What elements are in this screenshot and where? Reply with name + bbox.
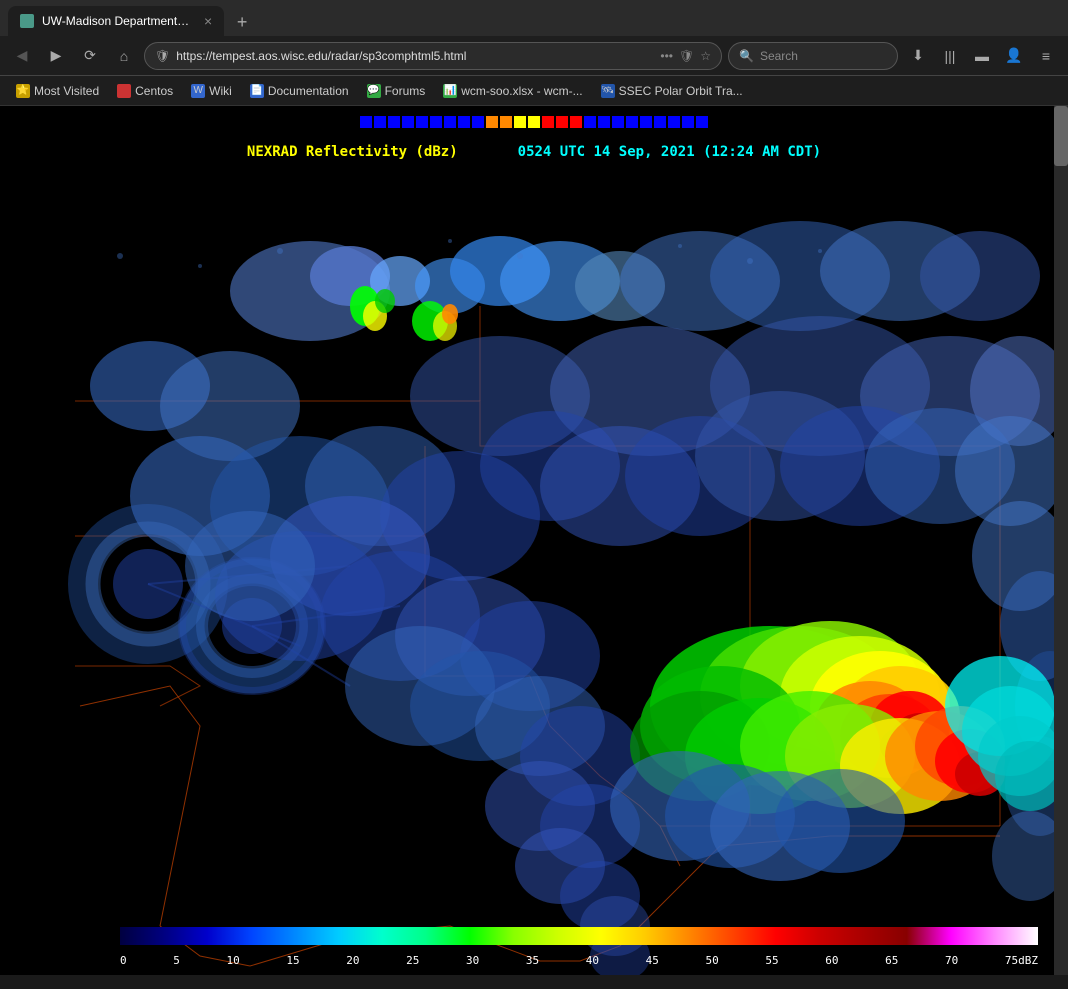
reader-view-button[interactable]: ▬ (968, 42, 996, 70)
bookmark-label-most-visited: Most Visited (34, 84, 99, 98)
bookmark-favicon-ssec: 🛰 (601, 84, 615, 98)
bookmark-favicon-wcm: 📊 (443, 84, 457, 98)
shield-icon: 🛡 (155, 49, 170, 63)
bookmark-documentation[interactable]: 📄 Documentation (242, 81, 357, 101)
bookmark-icon[interactable]: ☆ (700, 49, 711, 63)
scale-label-70: 70 (945, 954, 958, 967)
tab-close-button[interactable]: × (204, 13, 212, 29)
search-icon: 🔍 (739, 49, 754, 63)
bookmark-ssec[interactable]: 🛰 SSEC Polar Orbit Tra... (593, 81, 751, 101)
scrollbar-thumb[interactable] (1054, 106, 1068, 166)
bookmark-label-forums: Forums (385, 84, 426, 98)
toolbar-icons: ⬇ ||| ▬ 👤 ≡ (904, 42, 1060, 70)
more-icon[interactable]: ••• (660, 49, 673, 63)
scale-labels-row: 0 5 10 15 20 25 30 35 40 45 50 55 60 65 … (120, 954, 1038, 967)
color-bar-top (360, 116, 708, 128)
tab-title: UW-Madison Department of Atm... (42, 14, 192, 28)
radar-display[interactable]: NEXRAD Reflectivity (dBz) 0524 UTC 14 Se… (0, 106, 1068, 975)
tab-strip: UW-Madison Department of Atm... × + (8, 0, 256, 36)
bookmark-centos[interactable]: Centos (109, 81, 181, 101)
scale-label-75dbz: 75dBZ (1005, 954, 1038, 967)
active-tab[interactable]: UW-Madison Department of Atm... × (8, 6, 224, 36)
reader-icon[interactable]: 🛡 (679, 49, 694, 63)
address-bar-icons: ••• 🛡 ☆ (660, 49, 711, 63)
scale-label-0: 0 (120, 954, 127, 967)
bookmark-label-wcm: wcm-soo.xlsx - wcm-... (461, 84, 582, 98)
menu-button[interactable]: ≡ (1032, 42, 1060, 70)
scale-label-50: 50 (706, 954, 719, 967)
scale-label-30: 30 (466, 954, 479, 967)
radar-svg-canvas (0, 106, 1068, 975)
scale-label-45: 45 (646, 954, 659, 967)
scale-label-55: 55 (765, 954, 778, 967)
account-button[interactable]: 👤 (1000, 42, 1028, 70)
scale-label-5: 5 (173, 954, 180, 967)
bookmark-favicon-star: ⭐ (16, 84, 30, 98)
download-button[interactable]: ⬇ (904, 42, 932, 70)
back-button[interactable]: ◀ (8, 42, 36, 70)
search-box[interactable]: 🔍 Search (728, 42, 898, 70)
bookmark-label-ssec: SSEC Polar Orbit Tra... (619, 84, 743, 98)
bookmark-label-centos: Centos (135, 84, 173, 98)
library-button[interactable]: ||| (936, 42, 964, 70)
bookmark-label-documentation: Documentation (268, 84, 349, 98)
scale-label-15: 15 (286, 954, 299, 967)
bookmark-most-visited[interactable]: ⭐ Most Visited (8, 81, 107, 101)
bookmark-wiki[interactable]: W Wiki (183, 81, 240, 101)
search-placeholder: Search (760, 49, 798, 63)
home-button[interactable]: ⌂ (110, 42, 138, 70)
bookmark-favicon-centos (117, 84, 131, 98)
bookmark-wcm[interactable]: 📊 wcm-soo.xlsx - wcm-... (435, 81, 590, 101)
new-tab-button[interactable]: + (228, 8, 256, 36)
address-bar[interactable]: 🛡 https://tempest.aos.wisc.edu/radar/sp3… (144, 42, 722, 70)
scale-label-20: 20 (346, 954, 359, 967)
bookmark-favicon-forums: 💬 (367, 84, 381, 98)
scale-label-65: 65 (885, 954, 898, 967)
scale-label-60: 60 (825, 954, 838, 967)
bookmarks-bar: ⭐ Most Visited Centos W Wiki 📄 Documenta… (0, 76, 1068, 106)
reload-button[interactable]: ⟳ (76, 42, 104, 70)
url-text: https://tempest.aos.wisc.edu/radar/sp3co… (176, 49, 654, 63)
radar-time-label: 0524 UTC 14 Sep, 2021 (12:24 AM CDT) (518, 144, 821, 160)
scale-label-40: 40 (586, 954, 599, 967)
scale-label-25: 25 (406, 954, 419, 967)
title-bar: UW-Madison Department of Atm... × + (0, 0, 1068, 36)
scale-label-35: 35 (526, 954, 539, 967)
bookmark-forums[interactable]: 💬 Forums (359, 81, 434, 101)
scale-label-10: 10 (227, 954, 240, 967)
bookmark-favicon-wiki: W (191, 84, 205, 98)
bookmark-favicon-docs: 📄 (250, 84, 264, 98)
tab-favicon (20, 14, 34, 28)
bookmark-label-wiki: Wiki (209, 84, 232, 98)
scrollbar-track[interactable] (1054, 106, 1068, 975)
radar-title-area: NEXRAD Reflectivity (dBz) 0524 UTC 14 Se… (247, 144, 821, 160)
color-scale-bar (120, 927, 1038, 945)
forward-button[interactable]: ▶ (42, 42, 70, 70)
radar-product-label: NEXRAD Reflectivity (dBz) (247, 144, 458, 160)
toolbar: ◀ ▶ ⟳ ⌂ 🛡 https://tempest.aos.wisc.edu/r… (0, 36, 1068, 76)
